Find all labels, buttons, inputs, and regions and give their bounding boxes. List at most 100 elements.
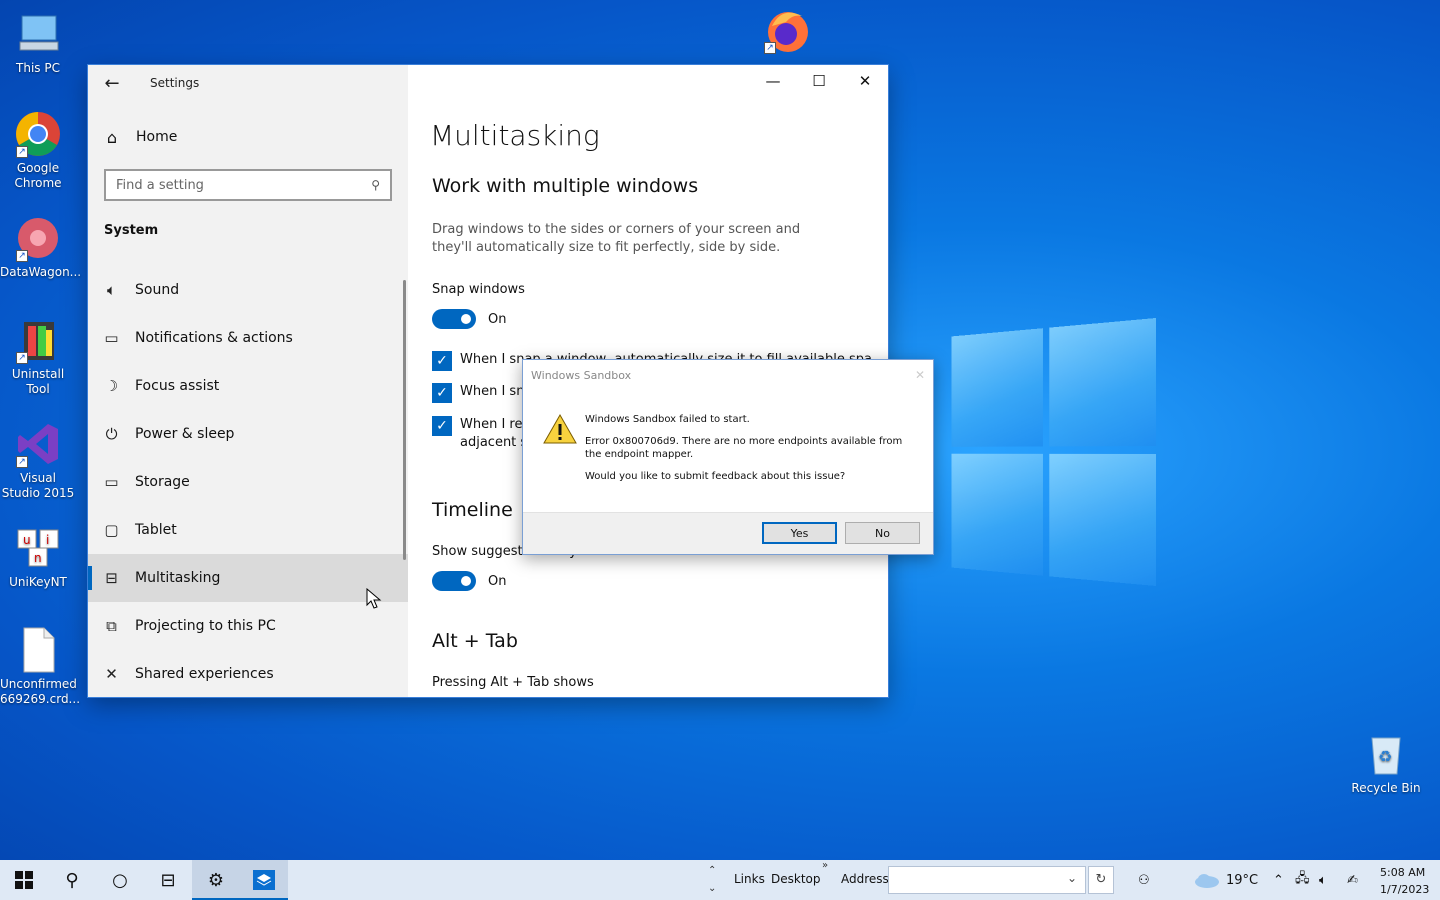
section-heading-timeline: Timeline [432, 499, 513, 521]
projector-icon: ⧉ [106, 617, 117, 635]
volume-icon[interactable]: 🔈︎ [1319, 860, 1327, 900]
snap-windows-label: Snap windows [432, 282, 525, 297]
maximize-icon[interactable]: ☐ [796, 65, 842, 97]
sidebar-item-label: Sound [135, 282, 180, 298]
taskbar-settings-app[interactable]: ⚙ [192, 860, 240, 900]
svg-text:♻: ♻ [1378, 747, 1392, 766]
sidebar-item-label: Projecting to this PC [135, 618, 276, 634]
desktop-icon-uninstall-tool[interactable]: ↗ Uninstall Tool [0, 316, 76, 397]
sidebar-item-multitasking[interactable]: ⊟ Multitasking [88, 554, 408, 602]
dialog-line-1: Windows Sandbox failed to start. [585, 414, 750, 425]
svg-text:i: i [46, 533, 49, 547]
search-button[interactable]: ⚲ [48, 860, 96, 900]
snap-windows-toggle[interactable]: On [432, 309, 506, 329]
chevron-down-icon[interactable]: ⌄ [1067, 871, 1077, 885]
sidebar-item-storage[interactable]: ▭ Storage [88, 458, 408, 506]
sidebar-item-power-sleep[interactable]: ⏻ Power & sleep [88, 410, 408, 458]
toolbar-scroll-arrows[interactable]: ⌃ ⌄ [708, 862, 716, 898]
search-icon: ⚲ [371, 178, 380, 192]
checkmark-icon[interactable]: ✓ [432, 351, 452, 371]
desktop-icon-unikey[interactable]: u in UniKeyNT [0, 524, 76, 590]
sidebar-item-label: Power & sleep [135, 426, 235, 442]
sidebar-item-sound[interactable]: 🔈︎ Sound [88, 266, 408, 314]
desktop-icon-this-pc[interactable]: This PC [0, 10, 76, 76]
desktop-icon-datawagon[interactable]: ↗ DataWagon... [0, 214, 81, 280]
multitasking-icon: ⊟ [105, 569, 118, 587]
search-input[interactable]: Find a setting ⚲ [104, 169, 392, 201]
close-icon[interactable]: ✕ [842, 65, 888, 97]
desktop-icon-recycle-bin[interactable]: ♻ Recycle Bin [1348, 730, 1424, 796]
dialog-line-2: Error 0x800706d9. There are no more endp… [585, 436, 903, 460]
clock-date: 1/7/2023 [1380, 883, 1430, 896]
home-label: Home [136, 129, 178, 145]
section-heading-alttab: Alt + Tab [432, 630, 518, 652]
page-title: Multitasking [430, 119, 600, 152]
cortana-circle-icon: ○ [112, 869, 128, 891]
desktop-icon-label: This PC [16, 61, 60, 75]
desktop-toolbar[interactable]: Desktop [771, 872, 821, 886]
timeline-toggle[interactable]: On [432, 571, 506, 591]
network-icon[interactable]: 🖧︎ [1295, 860, 1310, 900]
alttab-label: Pressing Alt + Tab shows [432, 675, 594, 690]
checkmark-icon[interactable]: ✓ [432, 383, 452, 403]
computer-icon [14, 10, 62, 58]
sidebar-item-shared-experiences[interactable]: ✕ Shared experiences [88, 650, 408, 697]
unikey-icon: u in [14, 524, 62, 572]
taskbar-sandbox-app[interactable] [240, 860, 288, 900]
visual-studio-icon: ↗ [14, 420, 62, 468]
address-label: Address [841, 872, 889, 886]
task-view-button[interactable]: ⊟ [144, 860, 192, 900]
gear-icon: ↗ [14, 214, 62, 262]
error-dialog[interactable]: Windows Sandbox ✕ Windows Sandbox failed… [522, 359, 934, 555]
cloud-icon [1195, 874, 1219, 888]
start-button[interactable] [0, 860, 48, 900]
svg-text:u: u [23, 533, 31, 547]
toolbar-overflow-icon[interactable]: » [822, 860, 828, 871]
sandbox-icon [253, 870, 275, 890]
window-controls: — ☐ ✕ [750, 65, 888, 97]
desktop-icon-label: Unconfirmed 669269.crd... [0, 677, 81, 706]
desktop-icon-visual-studio[interactable]: ↗ Visual Studio 2015 [0, 420, 76, 501]
yes-button[interactable]: Yes [762, 522, 837, 544]
desktop-icon-chrome[interactable]: ↗ Google Chrome [0, 110, 76, 191]
close-icon[interactable]: ✕ [915, 368, 925, 382]
svg-text:n: n [34, 551, 42, 565]
refresh-icon[interactable]: ↻ [1088, 866, 1114, 894]
gear-icon: ⚙ [207, 869, 225, 891]
sidebar-item-tablet[interactable]: ▢ Tablet [88, 506, 408, 554]
minimize-icon[interactable]: — [750, 65, 796, 97]
sidebar-item-focus-assist[interactable]: ☽ Focus assist [88, 362, 408, 410]
sidebar-item-label: Storage [135, 474, 190, 490]
dialog-title: Windows Sandbox [531, 368, 632, 382]
toggle-switch[interactable] [432, 571, 476, 591]
recycle-bin-icon: ♻ [1362, 730, 1410, 778]
dialog-footer: Yes No [523, 512, 933, 554]
checkmark-icon[interactable]: ✓ [432, 416, 452, 436]
dialog-message: Windows Sandbox failed to start. Error 0… [585, 413, 915, 492]
checkbox-label: When I res adjacent s [460, 417, 530, 450]
sidebar-scrollbar[interactable] [403, 280, 406, 560]
sidebar-item-label: Focus assist [135, 378, 220, 394]
windows-start-icon [15, 871, 33, 889]
weather-temp: 19°C [1226, 872, 1259, 888]
chevron-up-icon[interactable]: ⌃ [1273, 860, 1284, 900]
home-nav-item[interactable]: ⌂ Home [88, 117, 408, 157]
back-arrow-icon[interactable]: ← [88, 73, 136, 94]
desktop-icon-firefox[interactable]: ↗ [748, 6, 824, 57]
mouse-cursor-icon [366, 588, 382, 609]
desktop-icon-unconfirmed-file[interactable]: Unconfirmed 669269.crd... [0, 626, 81, 707]
sidebar-item-projecting[interactable]: ⧉ Projecting to this PC [88, 602, 408, 650]
cortana-button[interactable]: ○ [96, 860, 144, 900]
people-icon[interactable]: ⚇ [1138, 860, 1150, 900]
system-clock[interactable]: 5:08 AM 1/7/2023 [1380, 864, 1429, 898]
links-toolbar[interactable]: Links [734, 872, 765, 886]
toggle-switch[interactable] [432, 309, 476, 329]
uninstall-tool-icon: ↗ [14, 316, 62, 364]
address-input[interactable]: ⌄ [888, 866, 1086, 894]
weather-widget[interactable]: 19°C [1194, 860, 1258, 900]
no-button[interactable]: No [845, 522, 920, 544]
home-icon: ⌂ [106, 127, 118, 147]
pen-icon[interactable]: ✍︎ [1347, 860, 1358, 900]
shared-icon: ✕ [105, 665, 118, 683]
sidebar-item-notifications[interactable]: ▭ Notifications & actions [88, 314, 408, 362]
